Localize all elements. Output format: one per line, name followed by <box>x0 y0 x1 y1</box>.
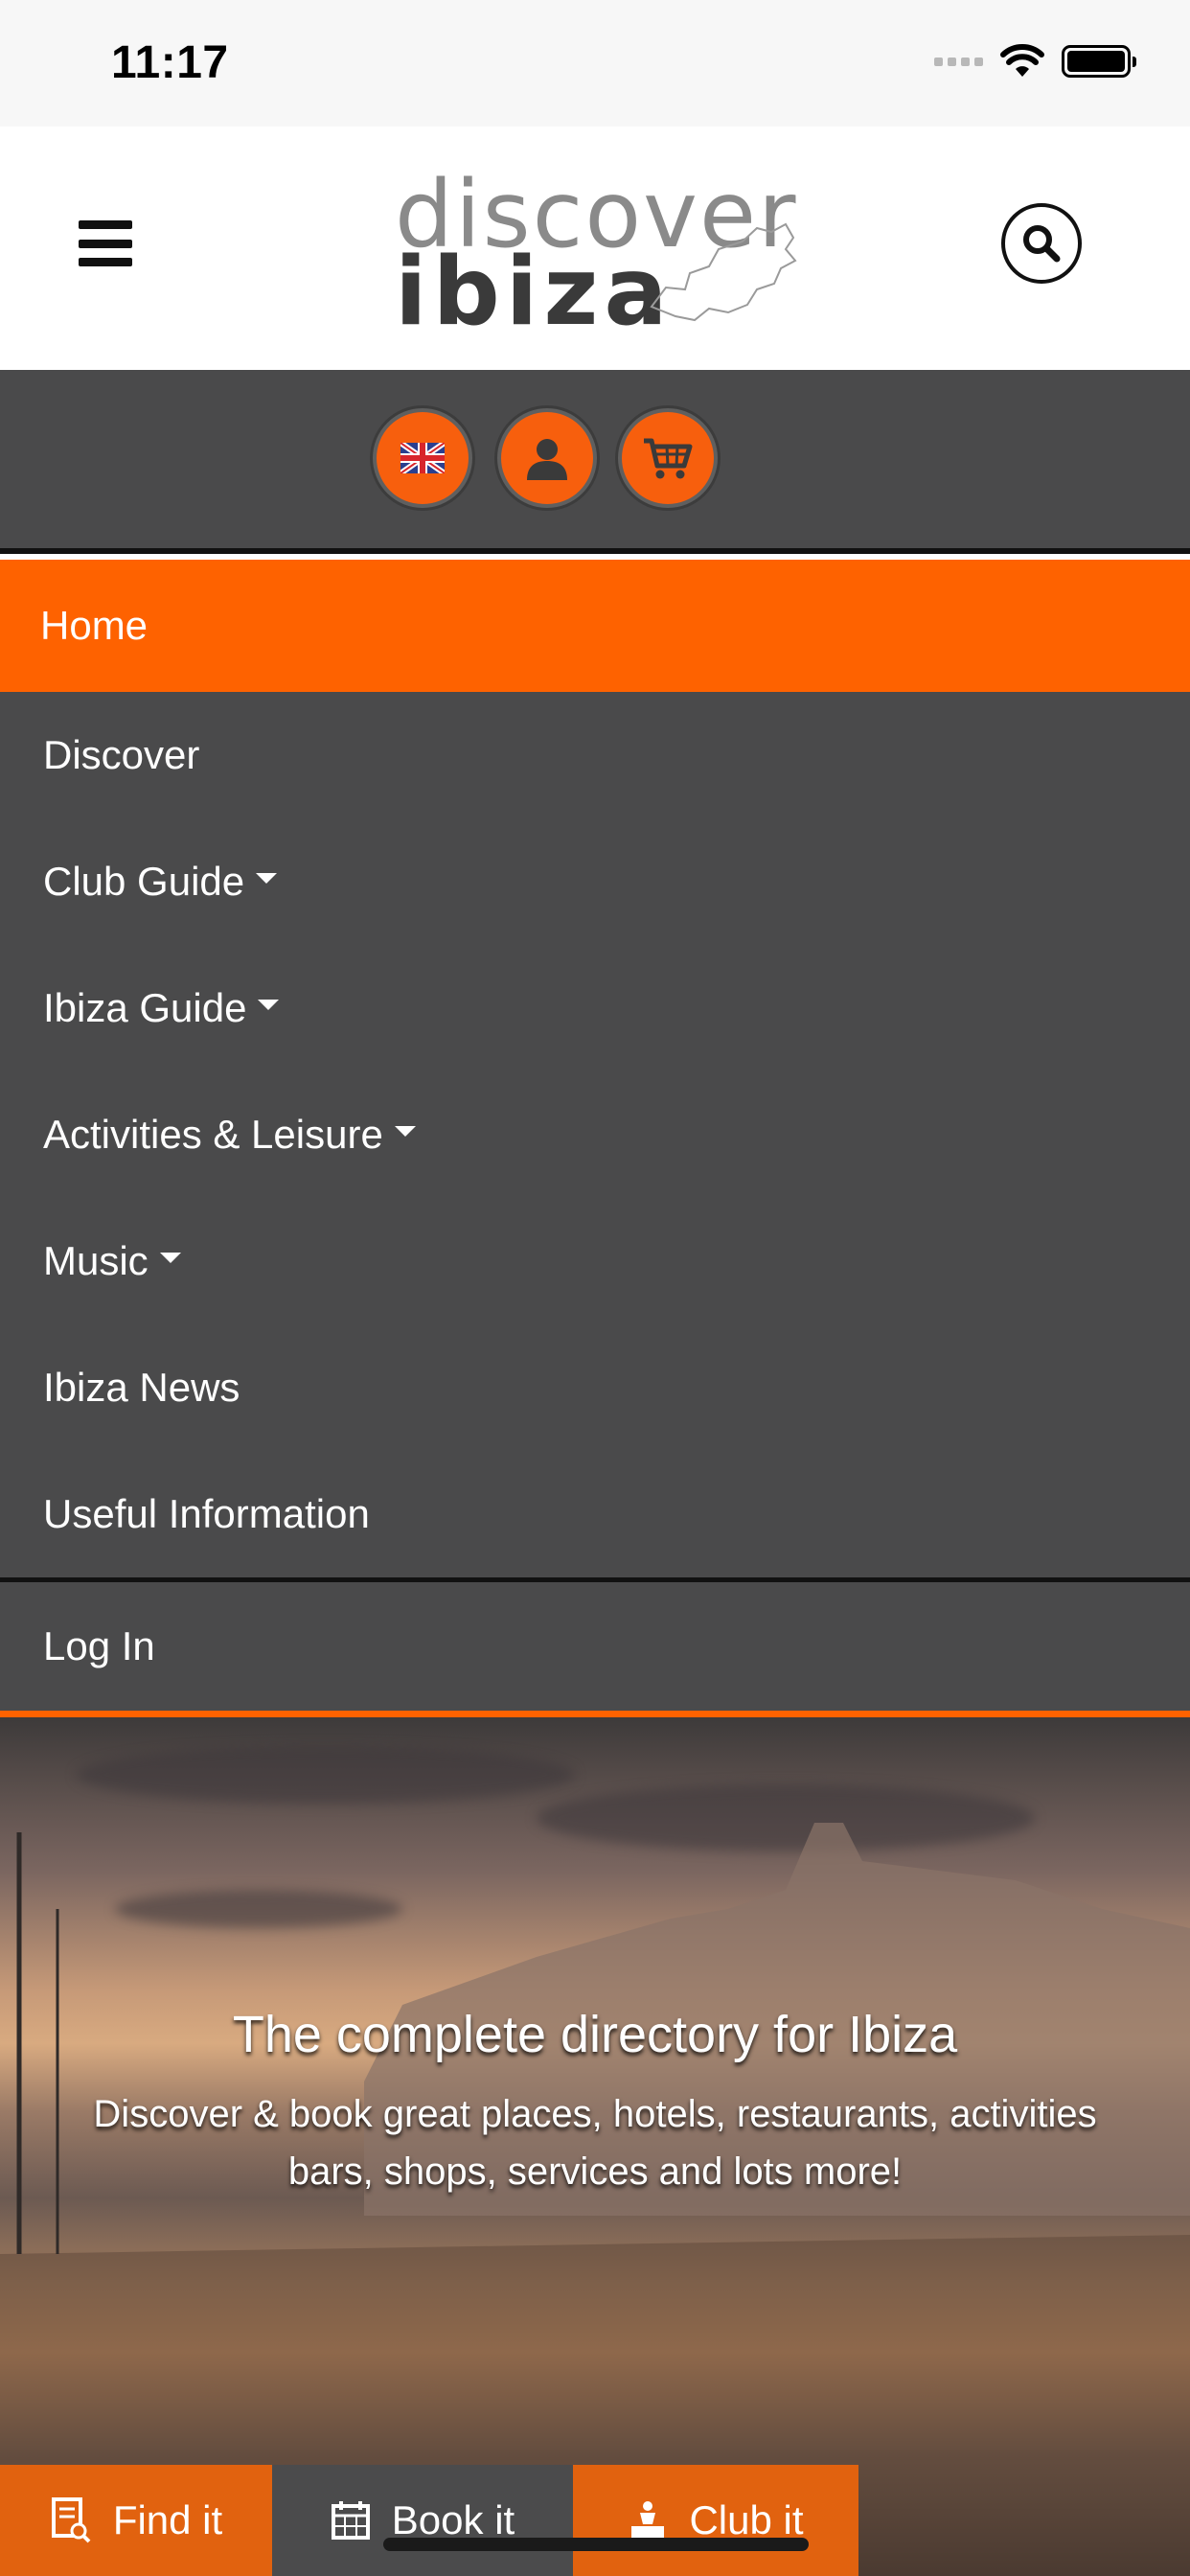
menu-item-club-guide[interactable]: Club Guide <box>0 818 1190 945</box>
caret-down-icon <box>159 1252 181 1263</box>
tab-find-it-label: Find it <box>112 2497 223 2542</box>
top-toolbar <box>0 370 1190 554</box>
dj-icon <box>631 2501 665 2540</box>
language-button[interactable] <box>373 408 472 508</box>
wifi-icon <box>1000 44 1044 77</box>
cart-icon <box>644 438 693 479</box>
logo[interactable]: discover ibiza <box>391 161 812 347</box>
menu-item-useful-information[interactable]: Useful Information <box>0 1451 1190 1577</box>
menu-item-activities[interactable]: Activities & Leisure <box>0 1071 1190 1198</box>
uk-flag-icon <box>400 443 445 473</box>
hero-banner: The complete directory for Ibiza Discove… <box>0 1717 1190 2576</box>
menu-item-home[interactable]: Home <box>0 560 1190 692</box>
menu-item-music[interactable]: Music <box>0 1198 1190 1324</box>
caret-down-icon <box>258 999 280 1010</box>
island-outline-icon <box>650 222 797 322</box>
menu-item-ibiza-guide[interactable]: Ibiza Guide <box>0 945 1190 1071</box>
home-indicator[interactable] <box>383 2538 809 2551</box>
hero-subtitle: Discover & book great places, hotels, re… <box>77 2085 1113 2200</box>
cart-button[interactable] <box>618 408 718 508</box>
user-icon <box>527 439 567 480</box>
menu-item-label: Activities & Leisure <box>43 1112 383 1157</box>
menu-item-discover[interactable]: Discover <box>0 692 1190 818</box>
hamburger-menu-icon[interactable] <box>79 220 132 266</box>
tab-club-it[interactable]: Club it <box>573 2465 858 2576</box>
status-icons <box>934 44 1136 79</box>
hero-title: The complete directory for Ibiza <box>232 2006 958 2063</box>
menu-item-label: Ibiza Guide <box>43 985 247 1030</box>
battery-icon <box>1062 45 1136 78</box>
calendar-icon <box>331 2501 370 2540</box>
menu-item-label: Discover <box>43 732 200 777</box>
menu-item-label: Ibiza News <box>43 1365 240 1410</box>
nav-menu: Home Discover Club Guide Ibiza Guide Act… <box>0 560 1190 1718</box>
tab-book-it[interactable]: Book it <box>272 2465 573 2576</box>
app-header: discover ibiza <box>0 126 1190 370</box>
hero-subtitle-line2: bars, shops, services and lots more! <box>287 2150 903 2193</box>
status-time: 11:17 <box>111 37 229 88</box>
tab-book-it-label: Book it <box>391 2497 515 2542</box>
menu-item-ibiza-news[interactable]: Ibiza News <box>0 1324 1190 1451</box>
menu-item-login[interactable]: Log In <box>0 1582 1190 1711</box>
menu-item-label: Music <box>43 1238 149 1283</box>
tab-club-it-label: Club it <box>689 2497 804 2542</box>
search-button[interactable] <box>1001 203 1082 284</box>
menu-item-label: Useful Information <box>43 1491 370 1536</box>
signal-icon <box>934 57 983 66</box>
login-label: Log In <box>43 1623 155 1668</box>
tab-find-it[interactable]: Find it <box>0 2465 272 2576</box>
menu-item-label: Home <box>40 603 149 648</box>
menu-item-label: Club Guide <box>43 859 245 904</box>
search-icon <box>1023 225 1061 263</box>
bottom-tab-bar: Find it Book it Club it <box>0 2465 1190 2576</box>
caret-down-icon <box>256 872 278 884</box>
hero-subtitle-line1: Discover & book great places, hotels, re… <box>93 2093 1097 2135</box>
logo-line-ibiza: ibiza <box>395 238 674 347</box>
search-document-icon <box>51 2497 91 2543</box>
caret-down-icon <box>394 1125 416 1137</box>
status-bar: 11:17 <box>0 0 1190 126</box>
account-button[interactable] <box>497 408 597 508</box>
